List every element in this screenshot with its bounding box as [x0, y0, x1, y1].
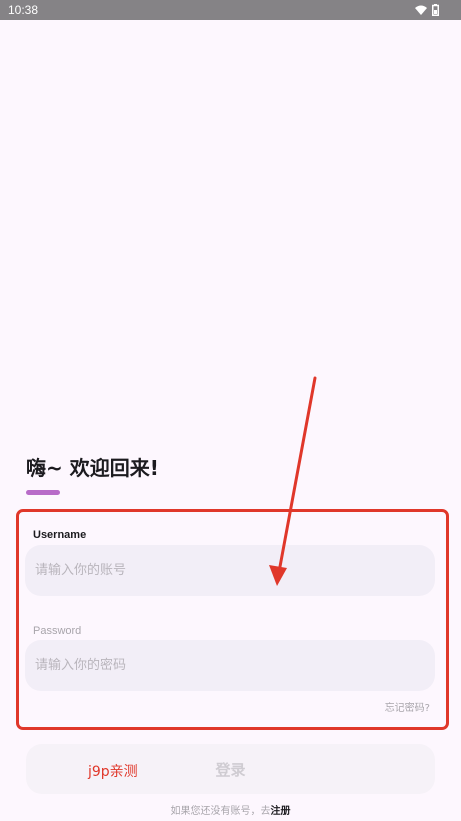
heading-accent-underline	[26, 490, 60, 495]
status-time: 10:38	[8, 3, 39, 17]
register-prompt: 如果您还没有账号，去	[170, 806, 271, 817]
username-input[interactable]	[25, 545, 435, 596]
password-label: Password	[33, 625, 82, 637]
register-line: 如果您还没有账号，去注册	[0, 805, 461, 819]
wifi-icon	[415, 5, 427, 15]
watermark-text: j9p亲测	[88, 764, 138, 780]
password-input[interactable]	[25, 640, 435, 691]
status-bar: 10:38	[0, 0, 461, 20]
form-highlight-box	[16, 509, 449, 730]
username-label: Username	[33, 529, 87, 541]
register-link[interactable]: 注册	[271, 806, 291, 817]
welcome-heading: 嗨~ 欢迎回来!	[26, 456, 159, 480]
battery-icon	[432, 4, 439, 16]
forgot-password-link[interactable]: 忘记密码?	[385, 702, 430, 716]
status-icons	[415, 4, 439, 16]
